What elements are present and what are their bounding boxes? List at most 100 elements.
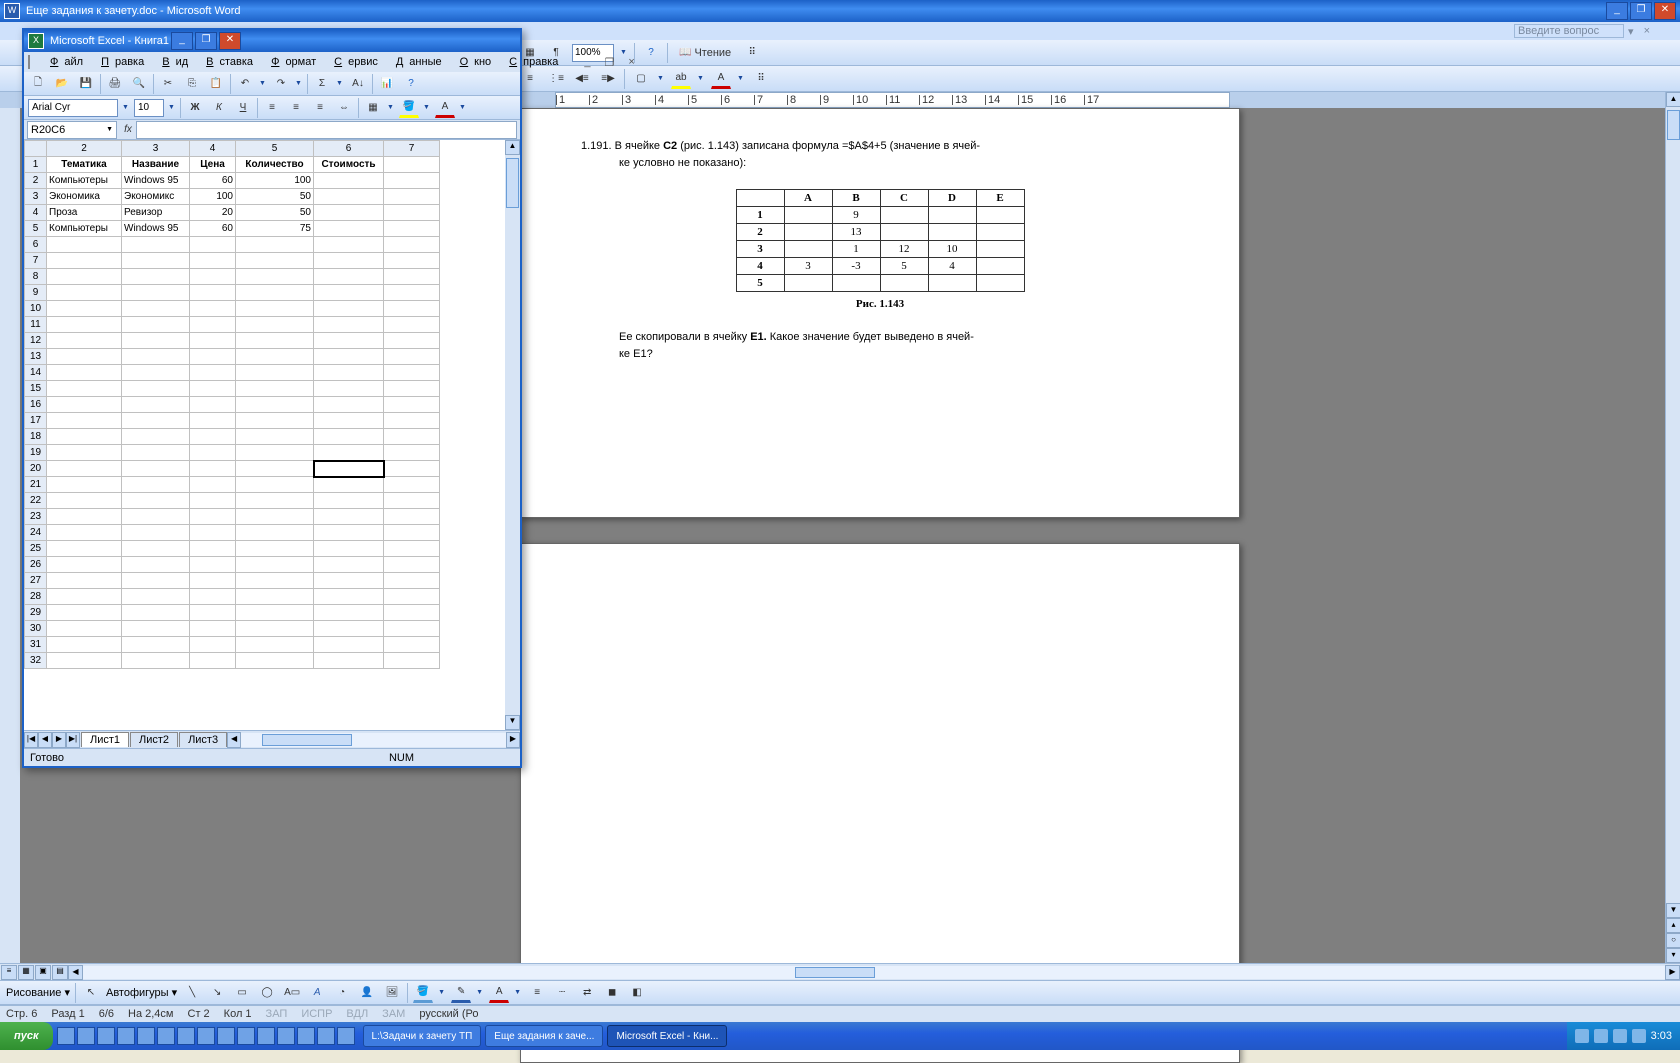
- linecolor-dropdown-icon[interactable]: ▼: [476, 989, 484, 996]
- word-close-button[interactable]: ✕: [1654, 2, 1676, 20]
- cell[interactable]: [236, 589, 314, 605]
- reading-mode-icon[interactable]: 📖Чтение: [674, 43, 736, 63]
- cell[interactable]: [384, 317, 440, 333]
- name-box[interactable]: R20C6▼: [27, 121, 117, 139]
- excel-menu-Правка[interactable]: Правка: [89, 55, 150, 69]
- borders-dropdown-icon[interactable]: ▼: [387, 104, 395, 111]
- clipart-icon[interactable]: 👤: [357, 983, 377, 1003]
- excel-menu-Сервис[interactable]: Сервис: [322, 55, 384, 69]
- ql-icon[interactable]: [317, 1027, 335, 1045]
- row-header-32[interactable]: 32: [25, 653, 47, 669]
- cell[interactable]: [47, 525, 122, 541]
- excel-close-button[interactable]: ✕: [219, 32, 241, 50]
- undo-icon[interactable]: ↶: [235, 74, 255, 94]
- cell[interactable]: [190, 493, 236, 509]
- open-icon[interactable]: 📂: [52, 74, 72, 94]
- excel-menu-Вид[interactable]: Вид: [150, 55, 194, 69]
- redo-dropdown-icon[interactable]: ▼: [295, 80, 303, 87]
- excel-doc-minimize[interactable]: _: [578, 55, 596, 70]
- cell[interactable]: [47, 365, 122, 381]
- sheet-nav-last[interactable]: ▶|: [66, 732, 80, 748]
- cell[interactable]: [236, 621, 314, 637]
- col-header-2[interactable]: 2: [47, 141, 122, 157]
- select-all-corner[interactable]: [25, 141, 47, 157]
- decrease-indent-icon[interactable]: ◀≡: [572, 69, 592, 89]
- cell[interactable]: [236, 653, 314, 669]
- cell[interactable]: [384, 285, 440, 301]
- cell[interactable]: [236, 445, 314, 461]
- cell[interactable]: [190, 445, 236, 461]
- dash-style-icon[interactable]: ┈: [552, 983, 572, 1003]
- cell[interactable]: [122, 493, 190, 509]
- align-center-icon[interactable]: ≡: [286, 98, 306, 118]
- copy-icon[interactable]: ⎘: [182, 74, 202, 94]
- cell[interactable]: [384, 221, 440, 237]
- cell[interactable]: Стоимость: [314, 157, 384, 173]
- cell[interactable]: [47, 509, 122, 525]
- cell[interactable]: [314, 349, 384, 365]
- print-icon[interactable]: 🖨: [105, 74, 125, 94]
- cell[interactable]: [384, 173, 440, 189]
- row-header-28[interactable]: 28: [25, 589, 47, 605]
- cell[interactable]: [314, 269, 384, 285]
- cell[interactable]: [314, 525, 384, 541]
- row-header-29[interactable]: 29: [25, 605, 47, 621]
- cell[interactable]: [47, 429, 122, 445]
- cell[interactable]: [122, 413, 190, 429]
- cell[interactable]: [190, 557, 236, 573]
- row-header-15[interactable]: 15: [25, 381, 47, 397]
- row-header-5[interactable]: 5: [25, 221, 47, 237]
- line-color-icon[interactable]: ✎: [451, 983, 471, 1003]
- cell[interactable]: [47, 573, 122, 589]
- col-header-4[interactable]: 4: [190, 141, 236, 157]
- row-header-18[interactable]: 18: [25, 429, 47, 445]
- cell[interactable]: [190, 397, 236, 413]
- cell[interactable]: [236, 365, 314, 381]
- sum-dropdown-icon[interactable]: ▼: [336, 80, 344, 87]
- arrow-icon[interactable]: ↘: [207, 983, 227, 1003]
- cell[interactable]: [314, 189, 384, 205]
- row-header-26[interactable]: 26: [25, 557, 47, 573]
- cell[interactable]: [236, 349, 314, 365]
- cell[interactable]: [384, 365, 440, 381]
- cell[interactable]: [384, 397, 440, 413]
- fill-dropdown-excel-icon[interactable]: ▼: [423, 104, 431, 111]
- cell[interactable]: [384, 509, 440, 525]
- cell[interactable]: [47, 477, 122, 493]
- hscroll-left-icon[interactable]: ◀: [68, 965, 83, 980]
- cell[interactable]: [190, 413, 236, 429]
- cell[interactable]: [190, 269, 236, 285]
- cell[interactable]: [236, 397, 314, 413]
- fx-icon[interactable]: fx: [120, 124, 136, 135]
- formula-input[interactable]: [136, 121, 517, 139]
- excel-scroll-down-icon[interactable]: ▼: [505, 715, 520, 730]
- cell[interactable]: [47, 589, 122, 605]
- rectangle-icon[interactable]: ▭: [232, 983, 252, 1003]
- drawing-menu[interactable]: Рисование ▾: [6, 986, 70, 999]
- cell[interactable]: [122, 589, 190, 605]
- ql-icon[interactable]: [217, 1027, 235, 1045]
- ql-icon[interactable]: [197, 1027, 215, 1045]
- row-header-30[interactable]: 30: [25, 621, 47, 637]
- cell[interactable]: [384, 461, 440, 477]
- excel-menu-Вставка[interactable]: Вставка: [194, 55, 259, 69]
- autoshapes-menu[interactable]: Автофигуры ▾: [106, 986, 177, 999]
- cell[interactable]: [122, 317, 190, 333]
- cell[interactable]: [384, 541, 440, 557]
- cell[interactable]: [314, 285, 384, 301]
- cell[interactable]: [314, 541, 384, 557]
- cell[interactable]: [122, 557, 190, 573]
- excel-vertical-scrollbar[interactable]: ▲ ▼: [505, 140, 520, 730]
- cell[interactable]: Цена: [190, 157, 236, 173]
- cell[interactable]: [236, 573, 314, 589]
- align-right-icon[interactable]: ≡: [310, 98, 330, 118]
- cell[interactable]: [384, 557, 440, 573]
- sheet-nav-prev[interactable]: ◀: [38, 732, 52, 748]
- cell[interactable]: [236, 477, 314, 493]
- tray-icon[interactable]: [1613, 1029, 1627, 1043]
- cell[interactable]: [236, 429, 314, 445]
- cell[interactable]: [314, 413, 384, 429]
- cell[interactable]: [314, 253, 384, 269]
- cell[interactable]: [314, 621, 384, 637]
- row-header-3[interactable]: 3: [25, 189, 47, 205]
